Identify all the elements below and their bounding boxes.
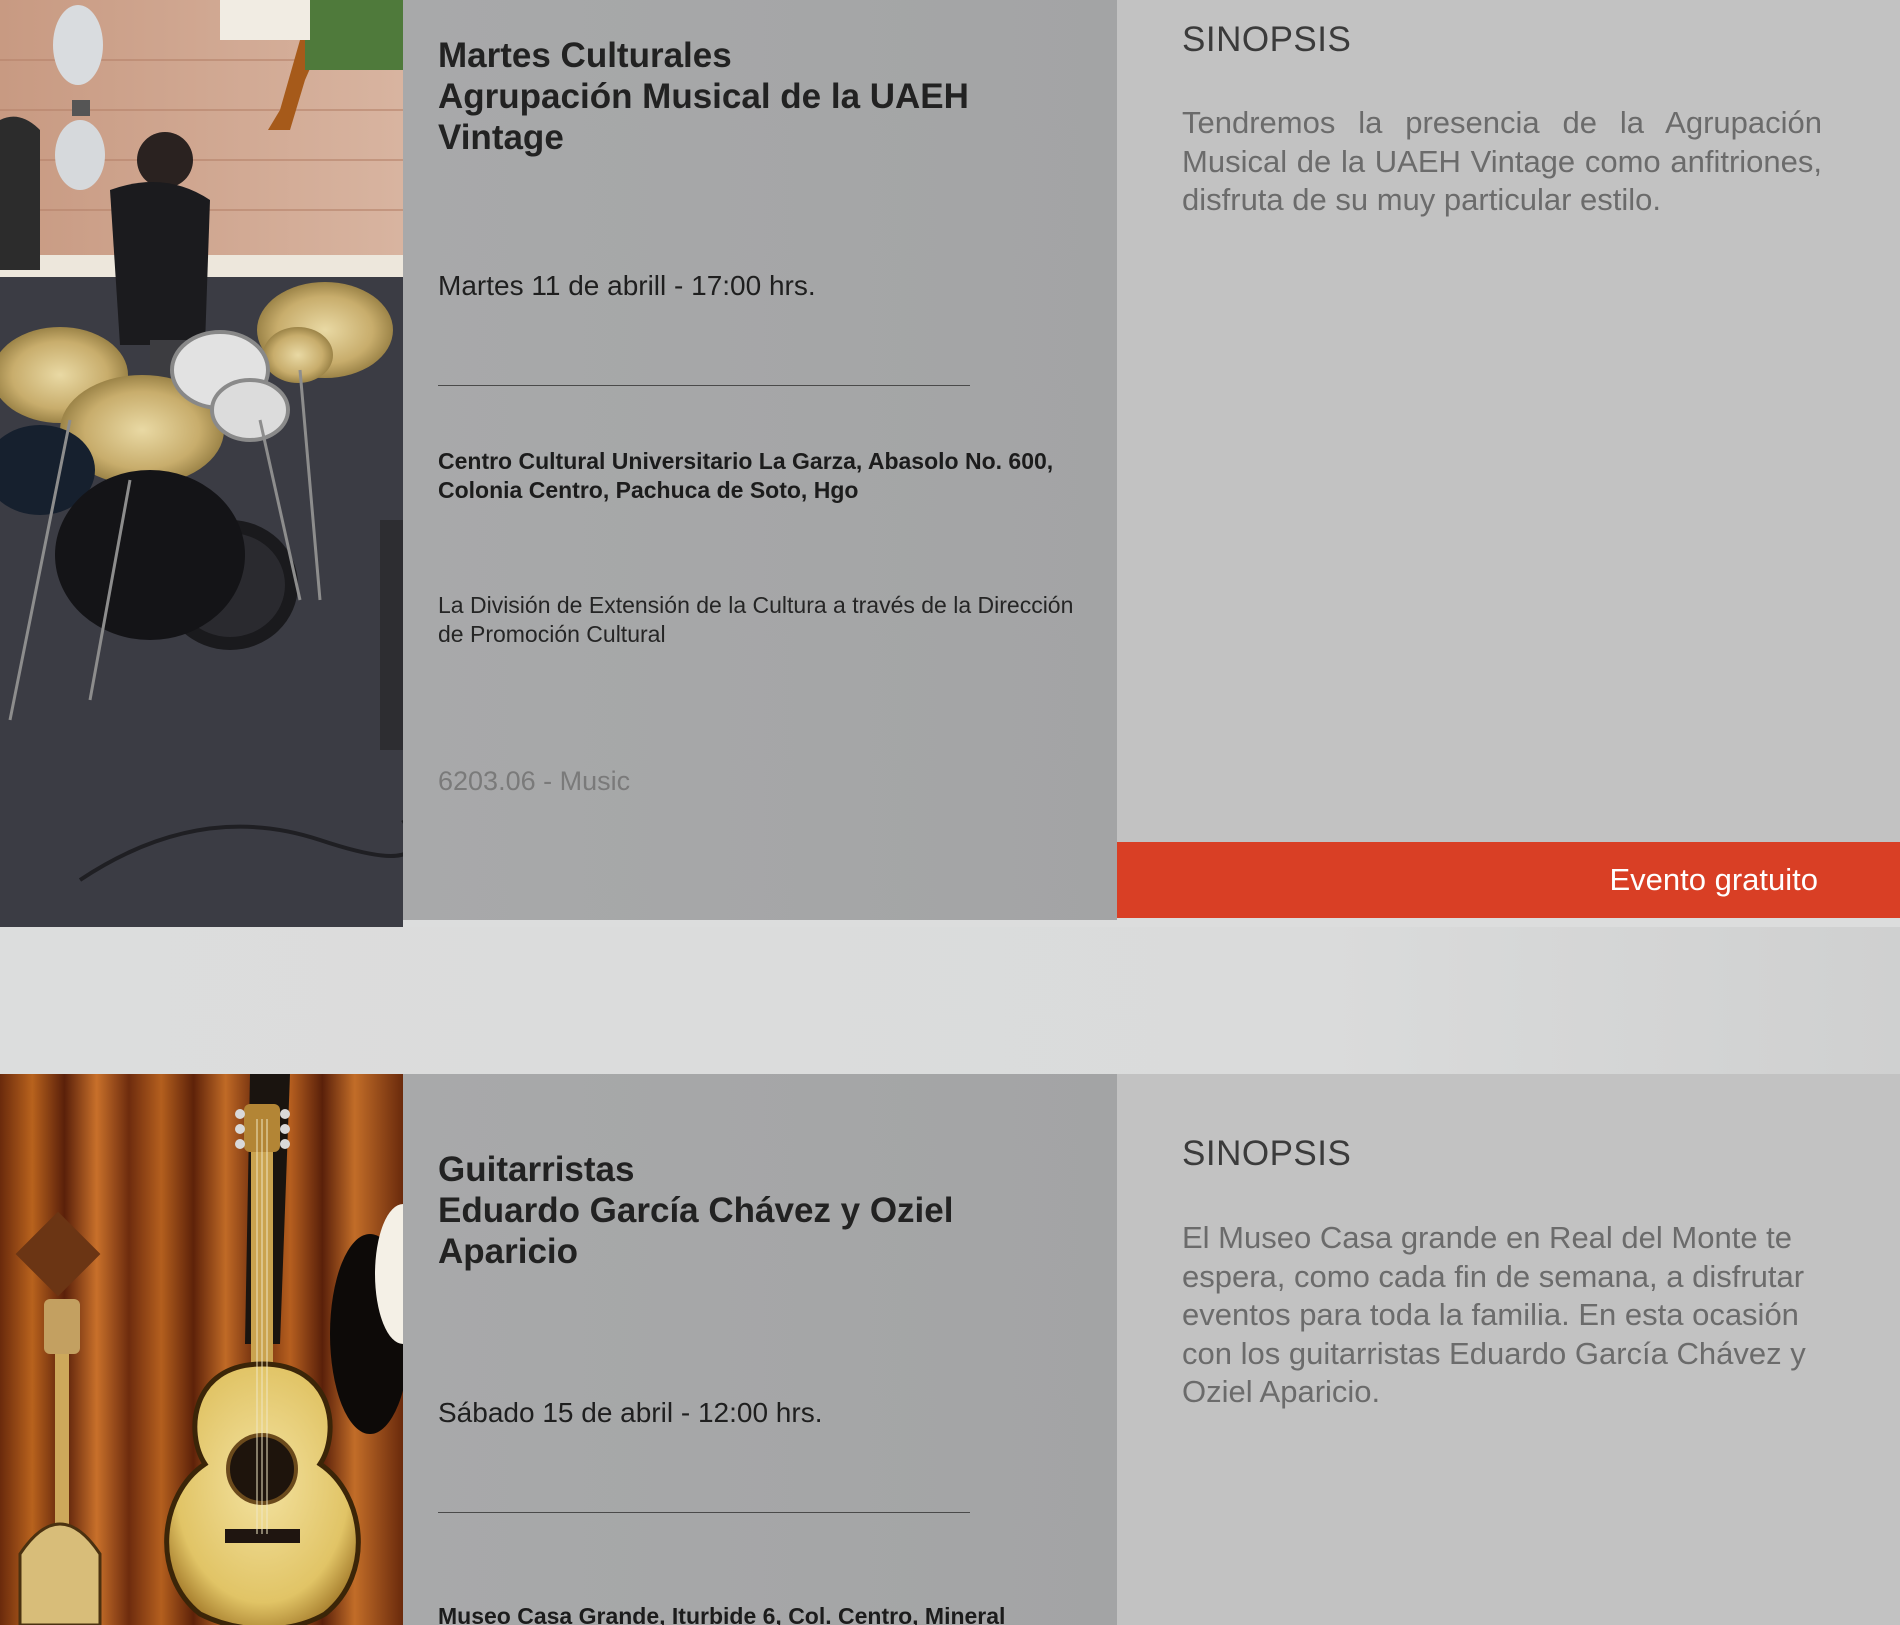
divider [438, 1512, 970, 1513]
synopsis-panel: SINOPSIS El Museo Casa grande en Real de… [1117, 1074, 1900, 1625]
title-line: Martes Culturales [438, 36, 732, 75]
divider [438, 385, 970, 386]
synopsis-panel: SINOPSIS Tendremos la presencia de la Ag… [1117, 0, 1900, 842]
event-organizer: La División de Extensión de la Cultura a… [438, 592, 1074, 647]
guitars-image [0, 1074, 403, 1625]
event-title: Guitarristas Eduardo García Chávez y Ozi… [438, 1149, 953, 1272]
event-card: Martes Culturales Agrupación Musical de … [0, 0, 1900, 927]
event-venue: Centro Cultural Universitario La Garza, … [438, 448, 1054, 503]
title-line: Vintage [438, 118, 564, 157]
separator-band [0, 927, 1900, 1074]
event-datetime: Martes 11 de abrill - 17:00 hrs. [438, 270, 816, 301]
event-info-panel: Martes Culturales Agrupación Musical de … [403, 0, 1117, 920]
synopsis-text: Tendremos la presencia de la Agrupación … [1182, 105, 1822, 217]
free-event-badge: Evento gratuito [1117, 842, 1900, 918]
synopsis-heading: SINOPSIS [1182, 20, 1352, 59]
title-line: Guitarristas [438, 1150, 635, 1189]
event-category: 6203.06 - Music [438, 766, 631, 796]
title-line: Eduardo García Chávez y Oziel [438, 1191, 954, 1230]
event-photo-guitars[interactable] [0, 1074, 403, 1625]
title-line: Agrupación Musical de la UAEH [438, 77, 969, 116]
event-info-panel: Guitarristas Eduardo García Chávez y Ozi… [403, 1074, 1117, 1625]
event-title: Martes Culturales Agrupación Musical de … [438, 35, 969, 158]
event-datetime: Sábado 15 de abril - 12:00 hrs. [438, 1397, 823, 1428]
title-line: Aparicio [438, 1232, 579, 1271]
event-photo-drums[interactable] [0, 0, 403, 927]
synopsis-text: El Museo Casa grande en Real del Monte t… [1182, 1220, 1806, 1409]
synopsis-heading: SINOPSIS [1182, 1134, 1352, 1173]
event-venue: Museo Casa Grande, Iturbide 6, Col. Cent… [438, 1603, 1006, 1625]
drum-kit-image [0, 0, 403, 927]
event-card: Guitarristas Eduardo García Chávez y Ozi… [0, 1074, 1900, 1625]
